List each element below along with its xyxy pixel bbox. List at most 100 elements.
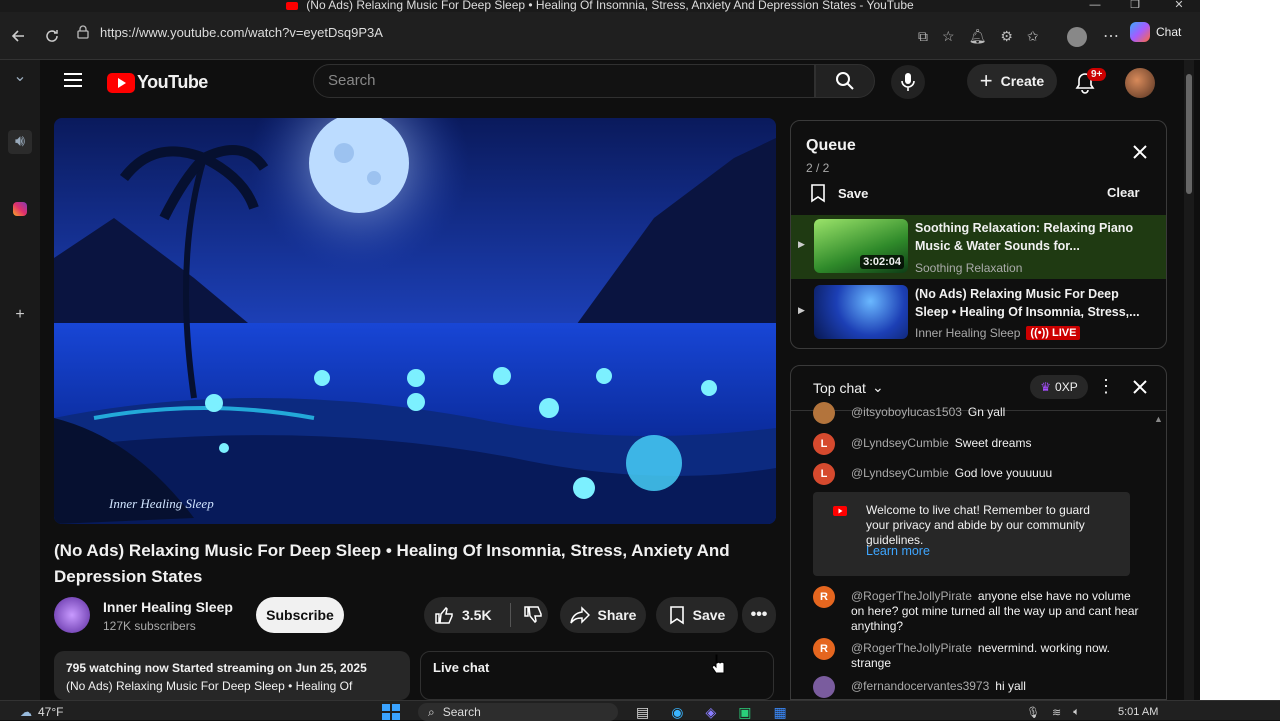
microphone-icon — [901, 73, 915, 91]
share-button[interactable]: Share — [560, 597, 646, 633]
message-text: God love youuuuu — [954, 466, 1053, 480]
crown-icon: ♛ — [1040, 380, 1052, 394]
chat-welcome-banner: Welcome to live chat! Remember to guard … — [813, 492, 1130, 576]
close-queue-icon[interactable] — [1131, 143, 1149, 161]
site-info-icon — [77, 25, 89, 39]
user-avatar: R — [813, 586, 835, 608]
speaker-icon[interactable]: 🔊︎ — [8, 130, 32, 154]
file-explorer-icon[interactable]: ▤ — [636, 704, 649, 721]
queue-panel: Queue 2 / 2 Save Clear ▶ 3:02:04 Soothin… — [790, 120, 1167, 349]
app-icon[interactable]: ▣ — [738, 704, 751, 721]
save-button[interactable]: Save — [656, 597, 738, 633]
weather-widget[interactable]: ☁ 47°F — [20, 703, 63, 721]
channel-avatar[interactable] — [54, 597, 90, 633]
page-scrollbar[interactable] — [1184, 60, 1194, 700]
youtube-logo[interactable]: YouTube — [107, 72, 208, 93]
queue-thumbnail — [814, 285, 908, 339]
notification-badge: 9+ — [1087, 68, 1107, 81]
instagram-icon[interactable] — [8, 197, 32, 221]
user-avatar — [813, 402, 835, 424]
message-text: hi yall — [995, 679, 1026, 693]
queue-item[interactable]: ▶ 3:02:04 Soothing Relaxation: Relaxing … — [791, 215, 1166, 279]
video-watermark: Inner Healing Sleep — [108, 496, 214, 511]
youtube-play-icon — [107, 72, 135, 93]
like-button[interactable]: 3.5K — [434, 605, 492, 625]
queue-item[interactable]: ▶ (No Ads) Relaxing Music For Deep Sleep… — [791, 281, 1166, 345]
taskbar-search[interactable]: ⌕ Search — [418, 703, 618, 721]
search-input[interactable]: Search — [313, 64, 815, 98]
copilot-chat-button[interactable]: Chat — [1130, 20, 1196, 44]
close-chat-icon[interactable] — [1132, 379, 1148, 395]
message-text: Sweet dreams — [954, 436, 1032, 450]
scrollbar-thumb[interactable] — [1186, 74, 1192, 194]
bell-icon[interactable]: 🔔︎ — [969, 28, 987, 45]
queue-position: 2 / 2 — [806, 161, 830, 175]
search-button[interactable] — [815, 64, 875, 98]
taskbar-search-label: Search — [442, 705, 481, 719]
add-icon[interactable]: + — [8, 303, 32, 327]
username: @RogerTheJollyPirate — [851, 589, 972, 603]
queue-item-channel: Inner Healing Sleep — [915, 326, 1021, 340]
live-chat-label: Live chat — [433, 660, 490, 675]
learn-more-link[interactable]: Learn more — [866, 544, 930, 558]
username: @LyndseyCumbie — [851, 436, 949, 450]
search-icon: ⌕ — [428, 704, 435, 719]
share-icon — [569, 606, 590, 624]
queue-save-button[interactable]: Save — [810, 183, 868, 203]
chat-options-icon[interactable]: ⋮ — [1097, 376, 1115, 397]
user-avatar: L — [813, 463, 835, 485]
subscribe-button[interactable]: Subscribe — [256, 597, 344, 633]
clock[interactable]: 5:01 AM — [1118, 703, 1158, 721]
like-dislike-group: 3.5K — [424, 597, 548, 633]
queue-item-title: (No Ads) Relaxing Music For Deep Sleep •… — [915, 287, 1140, 319]
video-player[interactable]: Inner Healing Sleep — [54, 118, 776, 524]
dislike-button[interactable] — [523, 605, 543, 625]
duration-badge: 3:02:04 — [860, 255, 904, 269]
minimize-button[interactable]: — — [1080, 0, 1110, 12]
create-button[interactable]: + Create — [967, 64, 1057, 98]
maximize-button[interactable]: ❐ — [1120, 0, 1150, 12]
window-title: (No Ads) Relaxing Music For Deep Sleep •… — [306, 0, 914, 12]
start-button[interactable] — [382, 703, 400, 721]
account-avatar[interactable] — [1125, 68, 1155, 98]
description-stats: 795 watching now Started streaming on Ju… — [66, 661, 367, 675]
description-text: (No Ads) Relaxing Music For Deep Sleep •… — [66, 679, 353, 693]
microphone-icon[interactable]: 🎙︎ — [1026, 706, 1040, 719]
close-window-button[interactable]: ✕ — [1164, 0, 1194, 12]
chat-mode-label: Top chat — [813, 379, 866, 396]
discord-icon[interactable]: ◈ — [705, 704, 716, 721]
favorites-icon[interactable]: ✩ — [1027, 28, 1039, 45]
queue-clear-button[interactable]: Clear — [1107, 185, 1140, 200]
favorite-star-icon[interactable]: ☆ — [942, 28, 955, 45]
window-title-bar: (No Ads) Relaxing Music For Deep Sleep •… — [0, 0, 1200, 12]
youtube-icon — [833, 506, 847, 516]
volume-icon[interactable]: 🔈︎ — [1073, 706, 1080, 719]
back-button[interactable] — [6, 26, 30, 46]
store-icon[interactable]: ▦ — [773, 704, 786, 721]
xp-badge[interactable]: ♛ 0XP — [1030, 375, 1088, 399]
extension-icon[interactable]: ⚙ — [1000, 28, 1013, 45]
more-menu-icon[interactable]: ⋯ — [1103, 26, 1119, 46]
description-box[interactable]: 795 watching now Started streaming on Ju… — [54, 651, 410, 700]
channel-name[interactable]: Inner Healing Sleep — [103, 599, 233, 615]
wifi-icon[interactable]: ≋ — [1052, 706, 1061, 719]
scroll-up-icon[interactable]: ▲ — [1154, 414, 1163, 424]
install-app-icon[interactable]: ⧉ — [918, 28, 928, 45]
more-actions-icon[interactable]: ••• — [742, 597, 776, 633]
chevron-down-icon[interactable]: ⌄ — [8, 64, 32, 88]
chat-label: Chat — [1156, 25, 1182, 39]
refresh-button[interactable] — [40, 26, 64, 46]
chat-mode-dropdown[interactable]: Top chat ⌄ — [813, 379, 884, 396]
live-chat-panel: Top chat ⌄ ♛ 0XP ⋮ @itsyoboylucas1503 Gn … — [790, 365, 1167, 700]
queue-thumbnail: 3:02:04 — [814, 219, 908, 273]
system-tray: 🎙︎ ≋ 🔈︎ — [1026, 703, 1080, 721]
like-count: 3.5K — [462, 607, 492, 623]
edge-icon[interactable]: ◉ — [671, 704, 683, 721]
message-text: Gn yall — [967, 405, 1006, 419]
windows-icon — [382, 704, 400, 720]
voice-search-button[interactable] — [891, 65, 925, 99]
thumbs-up-icon — [435, 606, 453, 624]
profile-avatar[interactable] — [1067, 27, 1087, 47]
share-label: Share — [597, 607, 637, 623]
hamburger-menu-icon[interactable] — [64, 72, 82, 88]
